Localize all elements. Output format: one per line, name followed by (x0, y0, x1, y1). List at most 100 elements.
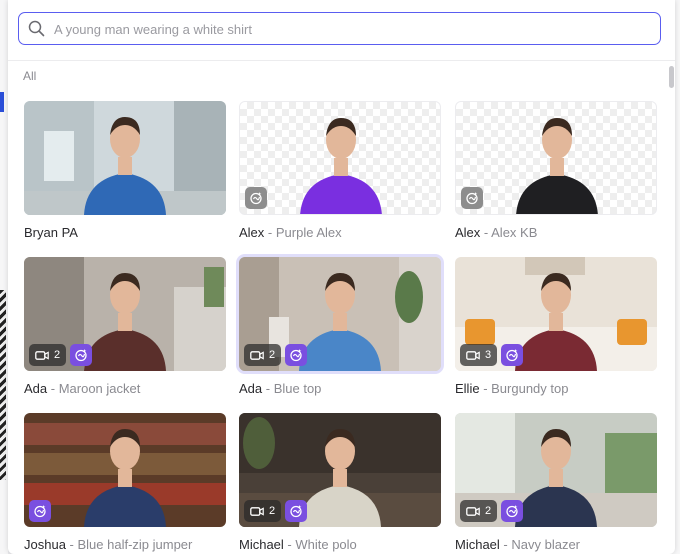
camera-count-badge: 3 (460, 344, 498, 366)
avatar-look: Navy blazer (511, 537, 580, 552)
header-divider (8, 60, 675, 61)
avatar-card[interactable]: 2 Ada - Maroon jacket (24, 257, 226, 407)
avatar-name: Alex (239, 225, 265, 240)
video-camera-icon (466, 506, 480, 516)
ai-voice-badge (285, 344, 308, 366)
avatar-thumbnail[interactable] (24, 413, 226, 527)
caption-separator: - (262, 381, 274, 396)
section-label-all: All (23, 69, 37, 83)
avatar-look: Burgundy top (491, 381, 569, 396)
background-pattern (0, 290, 6, 480)
video-camera-icon (466, 350, 480, 360)
ai-voice-icon (290, 505, 302, 518)
ai-voice-icon (250, 192, 262, 205)
avatar-badges: 2 (244, 344, 308, 366)
avatar-badges: 2 (460, 500, 524, 522)
avatar-badges: 3 (460, 344, 524, 366)
avatar-card[interactable]: 2 Ada - Blue top (239, 257, 441, 407)
avatar-card[interactable]: Bryan PA (24, 101, 226, 251)
avatar-name: Michael (239, 537, 284, 552)
avatar-badges: 2 (29, 344, 93, 366)
ai-voice-icon (466, 192, 478, 205)
avatar-name: Michael (455, 537, 500, 552)
caption-separator: - (499, 537, 512, 552)
background-accent (0, 92, 4, 112)
avatar-look: Alex KB (491, 225, 538, 240)
ai-voice-badge (29, 500, 51, 522)
avatar-badges (29, 500, 51, 522)
avatar-name: Ada (24, 381, 48, 396)
avatar-caption: Alex - Alex KB (455, 225, 537, 240)
video-camera-icon (250, 506, 264, 516)
ai-voice-icon (290, 349, 302, 362)
ai-voice-badge (245, 187, 267, 209)
camera-count: 2 (54, 349, 61, 361)
search-box[interactable] (18, 12, 661, 45)
camera-count-badge: 2 (29, 344, 67, 366)
avatar-name: Ellie (455, 381, 480, 396)
caption-separator: - (65, 537, 78, 552)
ai-voice-icon (506, 505, 518, 518)
search-input[interactable] (52, 17, 656, 41)
avatar-thumbnail[interactable] (239, 101, 441, 215)
scrollbar[interactable] (669, 64, 674, 554)
caption-separator: - (264, 225, 276, 240)
avatar-badges (245, 187, 267, 209)
avatar-card[interactable]: 2 Michael - White polo (239, 413, 441, 554)
ai-voice-icon (506, 349, 518, 362)
ai-voice-badge (501, 344, 524, 366)
caption-separator: - (47, 381, 59, 396)
avatar-card[interactable]: 2 Michael - Navy blazer (455, 413, 657, 554)
avatar-badges (461, 187, 483, 209)
avatar-caption: Ada - Maroon jacket (24, 381, 140, 396)
ai-voice-badge (501, 500, 524, 522)
camera-count: 3 (485, 349, 492, 361)
ai-voice-badge (461, 187, 483, 209)
avatar-name: Joshua (24, 537, 66, 552)
avatar-caption: Joshua - Blue half-zip jumper (24, 537, 192, 552)
avatar-picker-popover: All Bryan PAAlex - Purple AlexAlex - Ale… (8, 0, 675, 554)
background-page-left (0, 0, 8, 554)
avatar-look: Blue top (273, 381, 322, 396)
avatar-card[interactable]: Alex - Alex KB (455, 101, 657, 251)
avatar-name: Alex (455, 225, 481, 240)
avatar-look: Maroon jacket (58, 381, 141, 396)
video-camera-icon (250, 350, 264, 360)
avatar-thumbnail[interactable] (455, 101, 657, 215)
camera-count-badge: 2 (460, 500, 498, 522)
camera-count-badge: 2 (244, 344, 282, 366)
avatar-thumbnail[interactable]: 2 (239, 413, 441, 527)
ai-voice-badge (285, 500, 308, 522)
avatar-caption: Bryan PA (24, 225, 78, 240)
ai-voice-badge (70, 344, 93, 366)
caption-separator: - (480, 225, 492, 240)
avatar-card[interactable]: 3 Ellie - Burgundy top (455, 257, 657, 407)
avatar-thumbnail[interactable]: 2 (24, 257, 226, 371)
avatar-badges: 2 (244, 500, 308, 522)
camera-count-badge: 2 (244, 500, 282, 522)
caption-separator: - (479, 381, 492, 396)
scrollbar-thumb[interactable] (669, 66, 674, 88)
ai-voice-icon (75, 349, 87, 362)
avatar-thumbnail[interactable]: 3 (455, 257, 657, 371)
avatar-card[interactable]: Alex - Purple Alex (239, 101, 441, 251)
camera-count: 2 (269, 505, 276, 517)
avatar-thumbnail[interactable] (24, 101, 226, 215)
avatar-thumbnail[interactable]: 2 (239, 257, 441, 371)
camera-count: 2 (269, 349, 276, 361)
caption-separator: - (283, 537, 296, 552)
avatar-caption: Ellie - Burgundy top (455, 381, 568, 396)
avatar-caption: Ada - Blue top (239, 381, 321, 396)
avatar-name: Ada (239, 381, 263, 396)
ai-voice-icon (34, 505, 46, 518)
avatar-look: White polo (295, 537, 357, 552)
avatar-caption: Michael - White polo (239, 537, 357, 552)
avatar-card[interactable]: Joshua - Blue half-zip jumper (24, 413, 226, 554)
avatar-thumbnail[interactable]: 2 (455, 413, 657, 527)
avatar-look: Purple Alex (275, 225, 342, 240)
camera-count: 2 (485, 505, 492, 517)
avatar-caption: Alex - Purple Alex (239, 225, 342, 240)
avatar-look: Blue half-zip jumper (77, 537, 193, 552)
search-icon (28, 20, 45, 37)
avatar-name: Bryan PA (24, 225, 78, 240)
